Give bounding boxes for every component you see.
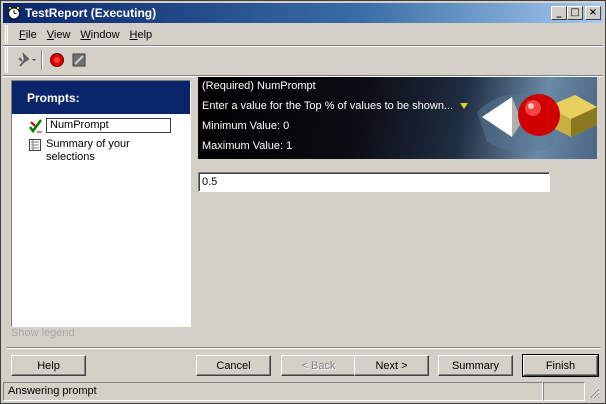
prompt-item-label: NumPrompt bbox=[46, 118, 171, 133]
menu-window-rest: indow bbox=[90, 28, 120, 41]
stop-icon[interactable] bbox=[68, 49, 90, 71]
finish-button[interactable]: Finish bbox=[522, 354, 599, 377]
prompt-item-label: Summary of your selections bbox=[46, 138, 130, 163]
menu-help-accel: H bbox=[129, 28, 138, 41]
menu-bar: File View Window Help bbox=[5, 25, 601, 44]
window-title: TestReport (Executing) bbox=[25, 6, 157, 20]
menu-help[interactable]: Help bbox=[125, 29, 158, 41]
menu-window[interactable]: Window bbox=[75, 29, 124, 41]
app-clock-icon bbox=[6, 5, 22, 21]
summary-button[interactable]: Summary bbox=[438, 355, 513, 376]
show-legend-link[interactable]: Show legend bbox=[11, 327, 75, 339]
toolbar bbox=[5, 47, 601, 73]
menu-view-rest: iew bbox=[53, 28, 71, 41]
banner-instruction-text: Enter a value for the Top % of values to… bbox=[202, 100, 454, 112]
main-window: TestReport (Executing) _ □ × File View W… bbox=[0, 0, 606, 404]
prompts-header: Prompts: bbox=[12, 81, 190, 114]
prompt-item-summary[interactable]: Summary of your selections bbox=[28, 138, 146, 164]
close-button[interactable]: × bbox=[585, 6, 601, 20]
banner-instruction: Enter a value for the Top % of values to… bbox=[202, 100, 469, 112]
prompts-panel: Prompts: NumPrompt Summary of your selec… bbox=[11, 80, 191, 327]
prompt-value-input[interactable] bbox=[198, 172, 550, 192]
shapes-logo-graphic bbox=[467, 77, 597, 159]
status-bar: Answering prompt bbox=[3, 382, 603, 402]
check-pencil-icon bbox=[28, 118, 46, 134]
banner-max-value: Maximum Value: 1 bbox=[202, 140, 293, 152]
buttons-separator bbox=[7, 347, 601, 349]
minimize-button[interactable]: _ bbox=[551, 6, 567, 20]
help-button[interactable]: Help bbox=[11, 355, 86, 376]
toolbar-separator bbox=[41, 50, 43, 70]
resize-grip-icon[interactable] bbox=[585, 382, 601, 401]
menu-view[interactable]: View bbox=[42, 29, 76, 41]
status-text: Answering prompt bbox=[3, 382, 543, 401]
banner-title: (Required) NumPrompt bbox=[202, 80, 316, 92]
next-button[interactable]: Next > bbox=[354, 355, 429, 376]
back-button[interactable]: < Back bbox=[281, 355, 356, 376]
prompt-item-numprompt[interactable]: NumPrompt bbox=[28, 118, 171, 134]
menu-file-accel: F bbox=[19, 28, 26, 41]
tools-icon[interactable] bbox=[16, 49, 38, 71]
banner-min-value: Minimum Value: 0 bbox=[202, 120, 290, 132]
menu-window-accel: W bbox=[80, 28, 91, 41]
status-pane-extra bbox=[543, 382, 585, 401]
summary-icon bbox=[28, 138, 46, 152]
menu-file-rest: ile bbox=[25, 28, 37, 41]
record-icon[interactable] bbox=[46, 49, 68, 71]
cancel-button[interactable]: Cancel bbox=[196, 355, 271, 376]
menu-view-accel: V bbox=[46, 28, 54, 41]
menu-help-rest: elp bbox=[137, 28, 153, 41]
maximize-button[interactable]: □ bbox=[567, 6, 583, 20]
menu-file[interactable]: File bbox=[14, 29, 42, 41]
prompt-banner: (Required) NumPrompt Enter a value for t… bbox=[198, 77, 597, 159]
title-bar[interactable]: TestReport (Executing) _ □ × bbox=[3, 3, 603, 23]
